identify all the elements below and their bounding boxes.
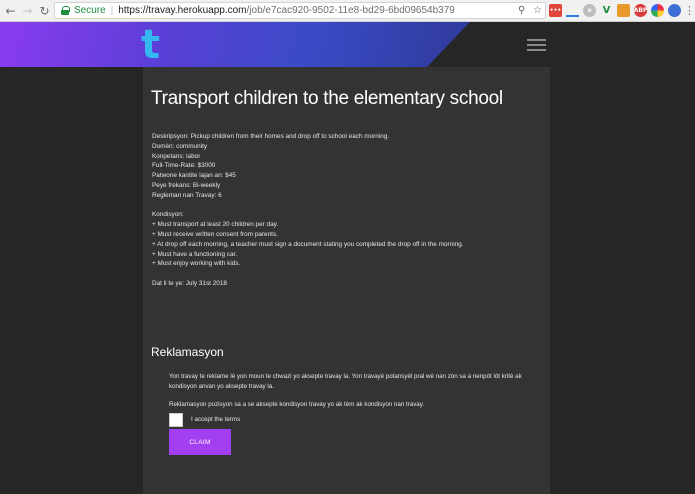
accept-terms-checkbox[interactable] (169, 413, 183, 427)
job-details: Deskripsyon: Pickup children from their … (152, 132, 464, 289)
condition-item: + Must enjoy working with kids. (152, 260, 241, 268)
lock-icon (61, 6, 70, 15)
job-competence: Konpetans: labor (152, 152, 201, 160)
job-full-time-rate: Full-Time-Rate: $3000 (152, 162, 216, 170)
secure-label: Secure (74, 5, 106, 16)
address-separator: | (110, 5, 114, 16)
claim-terms-note: Reklamasyon pozisyon sa a se aksepte kon… (169, 401, 425, 408)
job-title: Transport children to the elementary sch… (151, 88, 503, 109)
condition-item: + Must have a functioning car. (152, 250, 238, 258)
address-bar[interactable]: Secure | https://travay.herokuapp.com/jo… (54, 2, 546, 19)
site-logo[interactable]: t (141, 25, 160, 65)
claim-description: Yon travay te reklame lè yon moun te chw… (169, 373, 522, 390)
job-description: Deskripsyon: Pickup children from their … (152, 133, 390, 140)
job-pay-frequency: Peye frekans: Bi-weekly (152, 181, 221, 189)
extension-blue-icon[interactable] (668, 4, 681, 17)
bookmark-star-icon[interactable]: ☆ (533, 5, 542, 16)
forward-icon[interactable]: → (19, 2, 36, 20)
url-text: https://travay.herokuapp.com/job/e7cac92… (118, 5, 455, 16)
header-banner (0, 22, 470, 67)
extension-line-icon[interactable] (566, 4, 579, 17)
url-host: https://travay.herokuapp.com (118, 5, 247, 16)
extension-red-icon[interactable]: ••• (549, 4, 562, 17)
browser-toolbar: ← → ↻ Secure | https://travay.herokuapp.… (0, 0, 695, 22)
browser-menu-icon[interactable]: ⋮ (684, 4, 695, 17)
condition-item: + Must receive written consent from pare… (152, 230, 278, 238)
extension-orange-icon[interactable] (617, 4, 630, 17)
extension-gray-icon[interactable]: o (583, 4, 596, 17)
claim-button[interactable]: CLAIM (169, 429, 231, 455)
accept-terms-label: I accept the terms (191, 416, 241, 423)
zoom-search-icon[interactable]: ⚲ (518, 5, 525, 16)
site-header: t (0, 22, 695, 67)
job-panel: Transport children to the elementary sch… (143, 67, 550, 494)
hamburger-menu-icon[interactable] (527, 39, 546, 52)
conditions-heading: Kondisyon: (152, 211, 184, 219)
adblock-icon[interactable]: ABP (634, 4, 647, 17)
back-icon[interactable]: ← (2, 2, 19, 20)
condition-item: + At drop off each morning, a teacher mu… (152, 240, 464, 248)
extension-v-icon[interactable]: V (600, 4, 613, 17)
condition-item: + Must transport at least 20 children pe… (152, 221, 279, 229)
job-rule: Regleman nan Travay: 6 (152, 191, 222, 199)
extensions-bar: ••• o V ABP (549, 4, 681, 17)
url-path: /job/e7cac920-9502-11e8-bd29-6bd09654b37… (246, 5, 455, 16)
reload-icon[interactable]: ↻ (36, 2, 53, 20)
job-pattern-amount: Patwone kantite lajan an: $45 (152, 172, 236, 180)
job-date: Dat li te ye: July 31st 2018 (152, 279, 227, 287)
job-domain: Domèn: community (152, 142, 208, 150)
extension-color-icon[interactable] (651, 4, 664, 17)
claim-heading: Reklamasyon (151, 345, 224, 359)
